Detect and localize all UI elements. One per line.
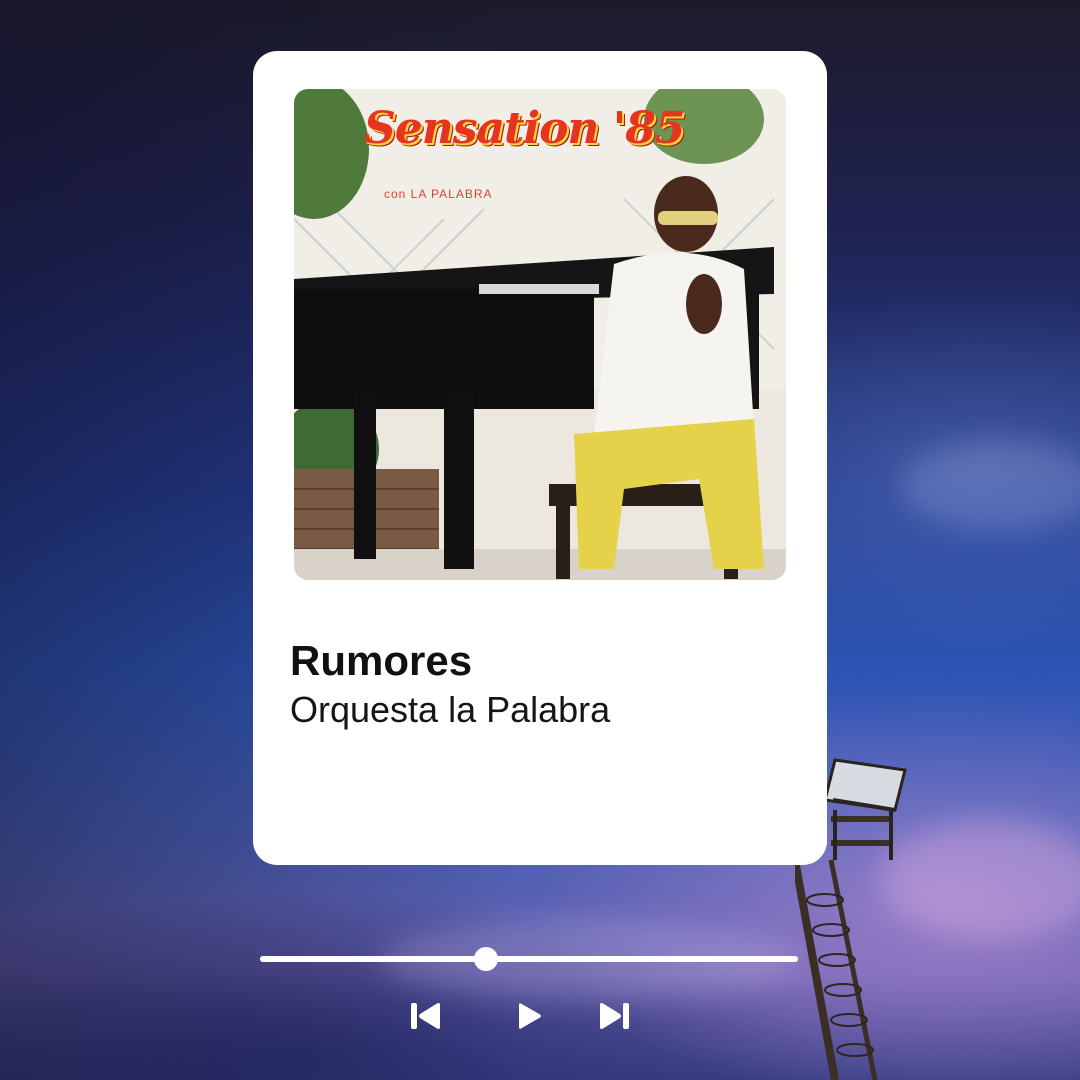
skip-previous-icon xyxy=(411,1003,440,1029)
now-playing-card: Sensation '85 con LA PALABRA Rumores Orq… xyxy=(253,51,827,865)
play-button[interactable] xyxy=(510,996,550,1036)
album-cover-subtitle: con LA PALABRA xyxy=(384,187,493,201)
next-track-button[interactable] xyxy=(594,996,634,1036)
skip-next-icon xyxy=(600,1003,629,1029)
play-icon xyxy=(519,1003,541,1029)
track-title: Rumores xyxy=(290,637,473,684)
album-cover-art xyxy=(294,89,786,580)
previous-track-button[interactable] xyxy=(406,996,446,1036)
album-cover-title: Sensation '85 xyxy=(364,103,685,154)
progress-fill xyxy=(260,956,486,962)
background-cloud xyxy=(900,440,1080,530)
album-cover-image: Sensation '85 con LA PALABRA xyxy=(294,89,786,580)
playback-progress-bar[interactable] xyxy=(260,947,798,971)
progress-knob[interactable] xyxy=(473,947,498,971)
track-artist: Orquesta la Palabra xyxy=(290,689,611,730)
